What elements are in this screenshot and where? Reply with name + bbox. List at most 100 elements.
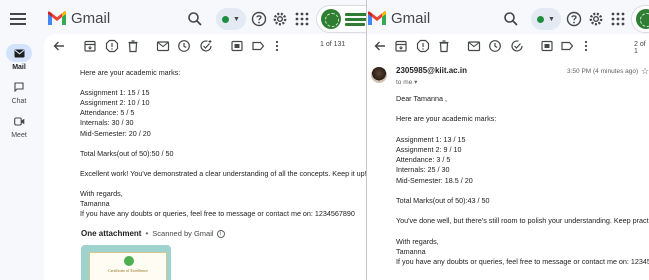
- body-line: With regards,: [80, 189, 123, 199]
- body-line: Attendance: 3 / 5: [396, 155, 451, 165]
- archive-icon[interactable]: [83, 39, 97, 53]
- snooze-clock-icon[interactable]: [177, 39, 191, 53]
- message-panel: 1 of 131 Here are your academic marks: A…: [44, 34, 366, 280]
- body-line: Attendance: 5 / 5: [80, 108, 135, 118]
- apps-grid-icon[interactable]: [294, 11, 310, 27]
- status-indicator-right[interactable]: ▼: [531, 8, 561, 30]
- gmail-logo-right[interactable]: Gmail: [367, 10, 430, 27]
- body-line: [396, 227, 649, 237]
- message-toolbar: 1 of 131: [44, 34, 366, 58]
- gmail-logo[interactable]: Gmail: [47, 10, 110, 27]
- gmail-m-icon: [48, 11, 66, 25]
- meet-pill: [6, 112, 32, 130]
- body-line: [80, 179, 366, 189]
- mail-pill: [6, 44, 32, 62]
- body-line: Tamanna: [396, 247, 426, 257]
- label-tag-icon[interactable]: [251, 39, 265, 53]
- certificate-preview: Certificate of Excellence: [89, 252, 167, 280]
- star-icon[interactable]: ☆: [641, 66, 649, 77]
- rail-item-meet[interactable]: Meet: [0, 112, 38, 139]
- mark-unread-icon[interactable]: [156, 39, 170, 53]
- body-line: If you have any doubts or queries, feel …: [396, 257, 649, 267]
- info-icon[interactable]: i: [216, 229, 225, 238]
- back-arrow-icon[interactable]: [373, 39, 387, 53]
- gmail-brand-text: Gmail: [71, 10, 111, 27]
- delete-trash-icon[interactable]: [126, 39, 140, 53]
- help-icon[interactable]: [566, 11, 582, 27]
- mail-icon: [14, 49, 24, 57]
- chevron-down-icon: ▼: [548, 15, 555, 23]
- body-line: Assignment 1: 13 / 15: [396, 134, 466, 144]
- email-timestamp: 3:50 PM (4 minutes ago): [567, 68, 639, 75]
- body-line: With regards,: [396, 236, 439, 246]
- body-line: Assignment 2: 9 / 10: [396, 145, 462, 155]
- more-options-icon[interactable]: [270, 39, 284, 53]
- certificate-seal-icon: [124, 256, 134, 266]
- chevron-down-icon: ▼: [233, 15, 240, 23]
- delete-trash-icon[interactable]: [437, 39, 451, 53]
- body-line: Assignment 2: 10 / 10: [80, 98, 150, 108]
- mark-unread-icon[interactable]: [467, 39, 481, 53]
- move-to-icon[interactable]: [540, 39, 554, 53]
- help-icon[interactable]: [251, 11, 267, 27]
- body-line: Tamanna: [80, 199, 110, 209]
- body-line: Here are your academic marks:: [80, 68, 181, 77]
- rail-item-mail[interactable]: Mail: [0, 44, 38, 71]
- rail-label-meet: Meet: [11, 132, 27, 139]
- rail-label-mail: Mail: [12, 64, 26, 71]
- back-arrow-icon[interactable]: [52, 39, 66, 53]
- move-to-icon[interactable]: [230, 39, 244, 53]
- chat-pill: [6, 78, 32, 96]
- add-to-tasks-icon[interactable]: [199, 39, 213, 53]
- body-line: Total Marks(out of 50):50 / 50: [80, 148, 174, 158]
- body-line: Dear Tamanna ,: [396, 94, 448, 103]
- sender-email[interactable]: 2305985@kiit.ac.in: [396, 66, 467, 75]
- body-line: You've done well, but there's still room…: [396, 216, 649, 226]
- body-line: [396, 206, 649, 216]
- settings-gear-icon[interactable]: [272, 11, 288, 27]
- kiit-seal-icon: [321, 9, 341, 29]
- attachment-thumbnail[interactable]: Certificate of Excellence: [81, 245, 171, 280]
- top-bar: Gmail ▼: [0, 0, 366, 38]
- rail-label-chat: Chat: [11, 98, 27, 105]
- apps-grid-icon[interactable]: [610, 11, 626, 27]
- attachment-header: One attachment • Scanned by Gmail i: [81, 229, 225, 238]
- rail-item-chat[interactable]: Chat: [0, 78, 38, 105]
- status-indicator[interactable]: ▼: [216, 8, 246, 30]
- email-body-right: Dear Tamanna , Here are your academic ma…: [396, 94, 649, 267]
- search-icon[interactable]: [187, 11, 203, 27]
- chevron-down-icon: ▾: [414, 79, 418, 86]
- body-line: Mid-Semester: 18.5 / 20: [396, 175, 473, 185]
- gmail-brand-text-right: Gmail: [391, 10, 431, 27]
- main-menu-icon[interactable]: [10, 11, 26, 27]
- organization-logo-right[interactable]: [631, 5, 649, 33]
- pagination-count: 1 of 131: [320, 41, 346, 48]
- body-line: Assignment 1: 15 / 15: [80, 88, 150, 98]
- side-rail: Mail Chat Meet: [0, 38, 38, 280]
- body-line: [80, 159, 366, 169]
- meet-icon: [13, 116, 24, 126]
- body-line: Excellent work! You've demonstrated a cl…: [80, 168, 366, 178]
- kiit-seal-icon: [636, 9, 649, 29]
- report-spam-icon[interactable]: [416, 39, 430, 53]
- sender-avatar[interactable]: [371, 67, 387, 83]
- more-options-icon[interactable]: [579, 39, 593, 53]
- search-icon[interactable]: [503, 11, 519, 27]
- archive-icon[interactable]: [394, 39, 408, 53]
- chat-icon: [14, 82, 24, 92]
- email-body: Here are your academic marks: Assignment…: [80, 68, 366, 219]
- snooze-clock-icon[interactable]: [488, 39, 502, 53]
- scanned-by-gmail: Scanned by Gmail: [152, 229, 214, 238]
- settings-gear-icon[interactable]: [588, 11, 604, 27]
- recipient-line[interactable]: to me ▾: [396, 78, 417, 86]
- add-to-tasks-icon[interactable]: [510, 39, 524, 53]
- active-status-dot: [537, 15, 544, 23]
- organization-logo[interactable]: [316, 5, 366, 33]
- pagination-count-right: 2 of 1: [634, 41, 646, 55]
- report-spam-icon[interactable]: [105, 39, 119, 53]
- body-line: Mid-Semester: 20 / 20: [80, 128, 151, 138]
- top-bar-right: Gmail ▼: [367, 0, 649, 38]
- gmail-m-icon: [368, 11, 386, 25]
- certificate-title: Certificate of Excellence: [108, 268, 148, 273]
- label-tag-icon[interactable]: [560, 39, 574, 53]
